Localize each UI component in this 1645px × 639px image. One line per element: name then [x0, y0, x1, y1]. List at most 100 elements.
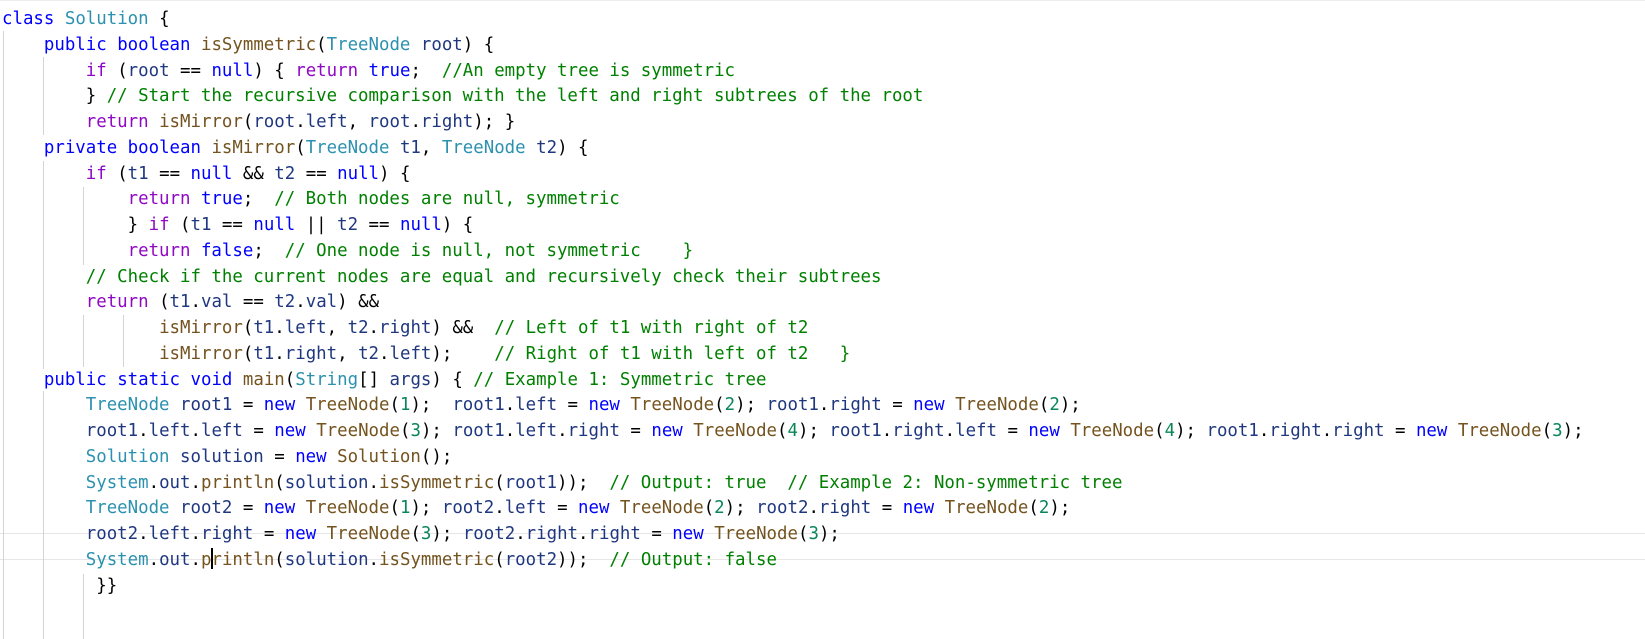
- code-line[interactable]: } if (t1 == null || t2 == null) {: [2, 212, 474, 238]
- code-token: .: [274, 318, 285, 338]
- code-line[interactable]: private boolean isMirror(TreeNode t1, Tr…: [2, 135, 589, 161]
- code-token: ;: [242, 189, 275, 210]
- code-token: (: [316, 34, 327, 55]
- code-line[interactable]: class Solution {: [2, 6, 170, 32]
- code-token: }}: [2, 575, 118, 596]
- code-line[interactable]: return (t1.val == t2.val) &&: [2, 289, 379, 315]
- code-token: TreeNode: [630, 395, 715, 416]
- code-line[interactable]: return true; // Both nodes are null, sym…: [2, 186, 620, 212]
- code-token: (: [169, 215, 191, 235]
- code-line[interactable]: isMirror(t1.right, t2.left); // Right of…: [2, 341, 850, 367]
- code-token: t2: [347, 318, 369, 338]
- code-token: right: [284, 343, 338, 364]
- code-line[interactable]: TreeNode root1 = new TreeNode(1); root1.…: [2, 392, 1081, 418]
- code-token: =: [881, 395, 914, 416]
- code-token: left: [148, 421, 191, 441]
- code-line[interactable]: root2.left.right = new TreeNode(3); root…: [2, 521, 840, 547]
- code-token: (: [703, 498, 715, 519]
- code-token: root1: [452, 421, 505, 441]
- code-line[interactable]: }}: [2, 573, 117, 599]
- code-token: .: [138, 524, 149, 544]
- code-token: .: [1321, 421, 1333, 441]
- code-token: if: [85, 60, 107, 81]
- code-token: left: [515, 421, 558, 441]
- code-token: left: [389, 343, 432, 364]
- code-token: TreeNode: [944, 498, 1029, 519]
- code-token: (: [106, 60, 128, 81]
- code-token: isSymmetric: [200, 34, 317, 55]
- code-editor[interactable]: class Solution { public boolean isSymmet…: [0, 0, 1645, 639]
- code-token: main: [242, 369, 285, 390]
- code-line[interactable]: if (t1 == null && t2 == null) {: [2, 161, 411, 187]
- code-token: new: [651, 421, 683, 441]
- code-token: new: [588, 395, 620, 416]
- code-token: ); }: [473, 112, 516, 132]
- code-token: // Right of t1 with left of t2 }: [494, 343, 851, 364]
- code-token: boolean: [117, 34, 191, 55]
- code-token: left: [148, 524, 191, 544]
- code-line[interactable]: if (root == null) { return true; //An em…: [2, 58, 735, 84]
- code-line[interactable]: Solution solution = new Solution();: [2, 444, 453, 470]
- code-token: new: [902, 498, 935, 519]
- code-token: );: [410, 498, 442, 519]
- code-token: t2: [274, 163, 296, 184]
- code-token: // Example 1: Symmetric tree: [473, 369, 767, 390]
- code-token: (: [106, 163, 128, 184]
- code-line[interactable]: return isMirror(root.left, root.right); …: [2, 109, 515, 135]
- code-token: true: [368, 60, 411, 81]
- code-line[interactable]: TreeNode root2 = new TreeNode(1); root2.…: [2, 495, 1071, 521]
- code-token: new: [295, 446, 327, 467]
- code-token: out: [159, 472, 191, 493]
- code-token: null: [253, 215, 296, 235]
- code-line[interactable]: public static void main(String[] args) {…: [2, 367, 767, 393]
- code-token: .: [368, 318, 380, 338]
- code-token: new: [1415, 421, 1448, 441]
- code-token: TreeNode: [1070, 421, 1155, 441]
- code-token: TreeNode: [619, 498, 704, 519]
- code-line[interactable]: root1.left.left = new TreeNode(3); root1…: [2, 418, 1584, 444]
- code-token: ));: [557, 549, 610, 570]
- code-token: println: [200, 472, 275, 493]
- code-line[interactable]: } // Start the recursive comparison with…: [2, 83, 924, 109]
- code-token: 2: [724, 395, 736, 416]
- code-token: new: [263, 498, 296, 519]
- code-line[interactable]: // Check if the current nodes are equal …: [2, 264, 882, 290]
- code-token: right: [818, 498, 872, 519]
- code-token: private: [43, 137, 118, 158]
- code-token: .: [410, 112, 421, 132]
- code-line[interactable]: System.out.println(solution.isSymmetric(…: [2, 470, 1123, 496]
- code-token: .: [190, 472, 201, 493]
- code-token: ) {: [379, 163, 411, 184]
- code-token: TreeNode: [85, 395, 170, 416]
- code-token: Solution: [337, 446, 421, 467]
- code-token: ();: [420, 446, 453, 467]
- code-line[interactable]: return false; // One node is null, not s…: [2, 238, 693, 264]
- code-token: ==: [358, 215, 400, 235]
- code-line[interactable]: System.out.println(solution.isSymmetric(…: [2, 547, 777, 573]
- code-token: );: [431, 524, 463, 544]
- code-token: 1: [399, 395, 411, 416]
- code-line[interactable]: public boolean isSymmetric(TreeNode root…: [2, 32, 494, 58]
- code-token: // Output: true // Example 2: Non-symmet…: [609, 472, 1123, 493]
- code-token: right: [1332, 421, 1385, 441]
- code-line[interactable]: isMirror(t1.left, t2.right) && // Left o…: [2, 315, 808, 341]
- code-token: Solution: [64, 9, 149, 29]
- code-token: ,: [347, 112, 369, 132]
- code-token: t2: [358, 343, 380, 364]
- code-token: null: [337, 163, 380, 184]
- code-token: );: [420, 421, 453, 441]
- code-token: (: [494, 549, 505, 570]
- code-token: ==: [295, 163, 338, 184]
